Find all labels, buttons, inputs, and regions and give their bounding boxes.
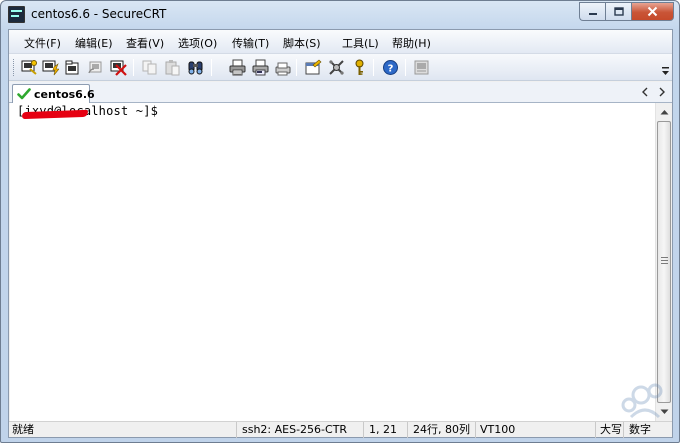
tab-label: centos6.6 bbox=[34, 88, 95, 101]
scrollbar-grip bbox=[661, 257, 668, 266]
toolbar-separator bbox=[211, 59, 212, 76]
toolbar: ? bbox=[9, 54, 672, 81]
quick-connect-icon bbox=[42, 60, 59, 75]
status-num-lock: 数字 bbox=[623, 422, 672, 438]
find-button[interactable] bbox=[186, 58, 204, 76]
connect-button[interactable] bbox=[20, 58, 38, 76]
disconnect-icon bbox=[110, 60, 127, 76]
print-setup-button[interactable] bbox=[273, 58, 291, 76]
help-button[interactable]: ? bbox=[381, 58, 399, 76]
vertical-scrollbar[interactable] bbox=[655, 103, 672, 421]
status-bar: 就绪 ssh2: AES-256-CTR 1, 21 24行, 80列 VT10… bbox=[9, 421, 672, 438]
menu-options[interactable]: 选项(O) bbox=[178, 35, 217, 51]
toolbar-separator bbox=[296, 59, 297, 76]
status-caps-lock: 大写 bbox=[595, 422, 623, 438]
tab-session[interactable]: centos6.6 bbox=[12, 84, 95, 104]
minimize-icon bbox=[588, 12, 597, 15]
status-emulation: VT100 bbox=[475, 422, 595, 438]
toolbar-overflow-icon[interactable] bbox=[662, 67, 669, 77]
session-options-icon bbox=[305, 59, 321, 74]
print-icon bbox=[229, 59, 245, 75]
tab-scroll-right-icon[interactable] bbox=[658, 87, 666, 97]
toolbar-grip[interactable] bbox=[13, 59, 16, 76]
paste-button[interactable] bbox=[163, 58, 181, 76]
disconnect-button[interactable] bbox=[109, 58, 127, 76]
print-setup-icon bbox=[275, 62, 290, 75]
reconnect-icon bbox=[87, 61, 101, 73]
copy-button[interactable] bbox=[140, 58, 158, 76]
menu-edit[interactable]: 编辑(E) bbox=[75, 35, 113, 51]
print-selection-icon bbox=[252, 59, 268, 75]
close-button[interactable] bbox=[631, 2, 674, 21]
print-button[interactable] bbox=[228, 58, 246, 76]
client-area: 文件(F) 编辑(E) 查看(V) 选项(O) 传输(T) 脚本(S) 工具(L… bbox=[8, 29, 673, 438]
session-tab-bar: centos6.6 bbox=[9, 82, 672, 104]
terminal-view[interactable]: [jxyd@localhost ~]$ bbox=[10, 103, 655, 421]
window-controls bbox=[579, 2, 674, 22]
scroll-down-icon bbox=[660, 409, 669, 414]
connect-in-tab-icon bbox=[65, 60, 78, 74]
paste-icon bbox=[165, 59, 179, 75]
maximize-icon bbox=[613, 6, 624, 16]
menu-tools[interactable]: 工具(L) bbox=[342, 35, 379, 51]
reconnect-button[interactable] bbox=[86, 58, 104, 76]
status-terminal-size: 24行, 80列 bbox=[407, 422, 475, 438]
menu-file[interactable]: 文件(F) bbox=[24, 35, 61, 51]
session-options-button[interactable] bbox=[304, 58, 322, 76]
securecrt-app-icon[interactable] bbox=[8, 6, 25, 23]
menu-script[interactable]: 脚本(S) bbox=[283, 35, 321, 51]
scroll-up-button[interactable] bbox=[656, 103, 673, 120]
toolbar-separator bbox=[405, 59, 406, 76]
window-title: centos6.6 - SecureCRT bbox=[31, 7, 167, 21]
sftp-button[interactable] bbox=[412, 58, 430, 76]
print-selection-button[interactable] bbox=[251, 58, 269, 76]
toolbar-separator bbox=[133, 59, 134, 76]
status-protocol: ssh2: AES-256-CTR bbox=[236, 422, 363, 438]
toolbar-separator bbox=[373, 59, 374, 76]
status-cursor-position: 1, 21 bbox=[363, 422, 407, 438]
keymap-button[interactable] bbox=[350, 58, 368, 76]
connect-in-tab-button[interactable] bbox=[63, 58, 81, 76]
menu-transfer[interactable]: 传输(T) bbox=[232, 35, 269, 51]
menu-bar: 文件(F) 编辑(E) 查看(V) 选项(O) 传输(T) 脚本(S) 工具(L… bbox=[9, 30, 672, 54]
maximize-button[interactable] bbox=[605, 2, 631, 21]
status-text: 就绪 bbox=[12, 423, 34, 436]
app-window: centos6.6 - SecureCRT 文件(F) 编辑(E) 查看(V) … bbox=[0, 0, 680, 443]
menu-view[interactable]: 查看(V) bbox=[126, 35, 164, 51]
connect-icon bbox=[21, 59, 37, 75]
help-icon: ? bbox=[382, 59, 398, 75]
tab-scroll-left-icon[interactable] bbox=[641, 87, 649, 97]
close-icon bbox=[647, 6, 658, 17]
scroll-up-icon bbox=[660, 109, 669, 114]
find-icon bbox=[188, 61, 202, 74]
sftp-icon bbox=[414, 60, 428, 74]
copy-icon bbox=[142, 60, 156, 74]
quick-connect-button[interactable] bbox=[41, 58, 59, 76]
check-icon bbox=[17, 88, 31, 100]
global-options-button[interactable] bbox=[327, 58, 345, 76]
minimize-button[interactable] bbox=[579, 2, 605, 21]
title-bar[interactable]: centos6.6 - SecureCRT bbox=[1, 1, 679, 28]
menu-help[interactable]: 帮助(H) bbox=[392, 35, 431, 51]
svg-text:?: ? bbox=[387, 63, 393, 74]
global-options-icon bbox=[328, 59, 344, 75]
scroll-down-button[interactable] bbox=[656, 403, 673, 420]
keymap-icon bbox=[355, 59, 363, 75]
scrollbar-thumb[interactable] bbox=[657, 121, 671, 403]
